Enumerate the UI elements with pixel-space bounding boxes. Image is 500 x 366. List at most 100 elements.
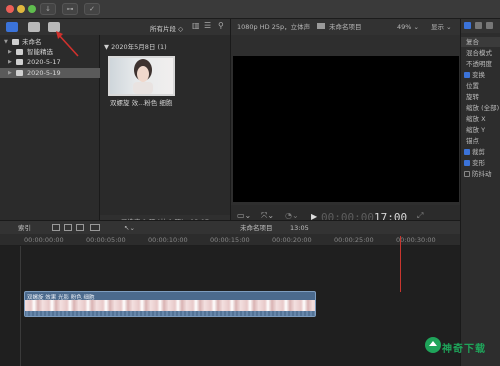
checkbox[interactable] [464,72,470,78]
event-header[interactable]: ▼ 2020年5月8日 (1) [104,41,167,51]
inspector-row[interactable]: 裁剪 [461,147,500,157]
timeline-ruler[interactable]: 00:00:00:00 00:00:05:00 00:00:10:00 00:0… [0,234,460,246]
append-clip-icon[interactable] [76,224,84,231]
inspector-row-label: 不透明度 [466,60,492,68]
filmstrip-view-icon[interactable]: ▥ [192,21,200,30]
timeline-clip[interactable]: 双螺旋 效果 光影 粉色 细胞 [24,291,316,317]
folder-icon [16,49,23,55]
inspector-row[interactable]: 缩放 Y [461,125,500,135]
media-browser: 所有片段 ◇ ▥ ☰ ⚲ ▼ 2020年5月8日 (1) 双螺旋 效...粉色 … [100,19,230,229]
inspector-row[interactable]: 不透明度 [461,59,500,69]
ruler-tick: 00:00:30:00 [396,236,436,244]
project-icon [317,23,325,29]
viewer-toolbar: 1080p HD 25p，立体声 未命名项目 49% ⌄ 显示 ⌄ [231,19,461,35]
ruler-tick: 00:00:00:00 [24,236,64,244]
library-root[interactable]: ▼ 未命名 [0,37,100,47]
viewer: 1080p HD 25p，立体声 未命名项目 49% ⌄ 显示 ⌄ ▭⌄ ⤧⌄ … [230,19,461,229]
inspector-row[interactable]: 复合 [461,37,500,47]
watermark-icon [425,337,441,353]
library-item-smart-collections[interactable]: ▶ 智能精选 [0,47,100,57]
playhead[interactable] [400,236,401,292]
insert-clip-icon[interactable] [64,224,72,231]
speed-gauge-icon[interactable]: ◔⌄ [285,211,299,220]
inspector-row-label: 复合 [466,38,479,46]
disclosure-triangle-icon[interactable]: ▶ [8,68,12,78]
library-item-event-0519[interactable]: ▶ 2020-5-19 [0,68,100,78]
view-options-icon[interactable]: ▭⌄ [237,211,251,220]
checkbox[interactable] [464,171,470,177]
library-icon [12,39,19,45]
connect-clip-icon[interactable] [52,224,60,231]
display-select[interactable]: 显示 ⌄ [431,19,452,35]
disclosure-triangle-icon[interactable]: ▶ [8,47,12,57]
zoom-window-button[interactable] [28,5,36,13]
timeline-start-line [20,246,21,366]
color-inspector-icon[interactable] [475,22,482,29]
inspector-row[interactable]: 旋转 [461,92,500,102]
disclosure-triangle-icon[interactable]: ▼ [4,37,8,47]
inspector-row-label: 缩放 (全部) [466,104,500,112]
inspector-row-label: 变形 [472,159,485,167]
select-tool-icon[interactable]: ↖⌄ [124,221,135,235]
watermark-logo: 神奇下载 [422,331,498,361]
inspector-row[interactable]: 变形 [461,158,500,168]
inspector-row[interactable]: 防抖动 [461,169,500,179]
viewer-canvas[interactable] [233,56,459,202]
browser-toolbar: 所有片段 ◇ ▥ ☰ ⚲ [100,19,230,35]
format-label: 1080p HD 25p，立体声 [237,23,311,31]
inspector-row[interactable]: 缩放 (全部) [461,103,500,113]
inspector-row-label: 防抖动 [472,170,492,178]
inspector-row-label: 裁剪 [472,148,485,156]
library-toolbar [0,19,100,35]
inspector-row[interactable]: 锚点 [461,136,500,146]
minimize-window-button[interactable] [17,5,25,13]
inspector-row[interactable]: 变换 [461,70,500,80]
timeline-toolbar: 索引 ↖⌄ 未命名项目 13:05 [0,220,460,234]
inspector-row[interactable]: 缩放 X [461,114,500,124]
inspector-row[interactable]: 混合模式 [461,48,500,58]
inspector-row-label: 旋转 [466,93,479,101]
ruler-tick: 00:00:05:00 [86,236,126,244]
ruler-tick: 00:00:15:00 [210,236,250,244]
ruler-tick: 00:00:20:00 [272,236,312,244]
inspector-row-label: 缩放 X [466,115,486,123]
checkbox[interactable] [464,160,470,166]
inspector-row-label: 混合模式 [466,49,492,57]
watermark-text: 神奇下载 [442,344,486,355]
clip-thumbnail[interactable] [108,56,175,96]
event-icon [16,59,23,65]
clip-filter-select[interactable]: 所有片段 ◇ [150,23,183,33]
check-icon[interactable]: ✓ [84,3,100,15]
clip-filmstrip [25,300,315,311]
photos-icon[interactable] [28,22,40,32]
key-icon[interactable]: ⊶ [62,3,78,15]
annotation-arrow-icon [56,31,79,57]
library-icon[interactable] [6,22,18,32]
inspector-tabs [461,19,500,33]
project-title: 未命名项目 [329,23,362,31]
timeline-duration: 13:05 [290,224,309,232]
download-icon[interactable]: ↓ [40,3,56,15]
inspector-row[interactable]: 位置 [461,81,500,91]
zoom-select[interactable]: 49% ⌄ [397,19,419,35]
library-sidebar: ▼ 未命名 ▶ 智能精选 ▶ 2020-5-17 ▶ 2020-5-19 [0,19,100,229]
close-window-button[interactable] [6,5,14,13]
inspector-row-label: 位置 [466,82,479,90]
video-inspector-icon[interactable] [464,22,471,29]
inspector-panel: 复合混合模式不透明度变换位置旋转缩放 (全部) 缩放 X 缩放 Y 锚点裁剪变形防抖动 [460,19,500,366]
list-view-icon[interactable]: ☰ [204,21,211,30]
clip-label: 双螺旋 效...粉色 细胞 [110,99,173,107]
overwrite-clip-icon[interactable] [90,224,100,231]
disclosure-triangle-icon[interactable]: ▶ [8,57,12,67]
library-item-event-0517[interactable]: ▶ 2020-5-17 [0,57,100,67]
inspector-row-label: 锚点 [466,137,479,145]
checkbox[interactable] [464,149,470,155]
search-icon[interactable]: ⚲ [218,21,224,30]
event-icon [16,70,23,76]
info-inspector-icon[interactable] [486,22,493,29]
inspector-row-label: 变换 [472,71,485,79]
index-button[interactable]: 索引 [18,221,31,235]
timeline-project-title: 未命名项目 [240,224,273,232]
portrait-thumbnail-icon [133,59,153,94]
ruler-tick: 00:00:25:00 [334,236,374,244]
